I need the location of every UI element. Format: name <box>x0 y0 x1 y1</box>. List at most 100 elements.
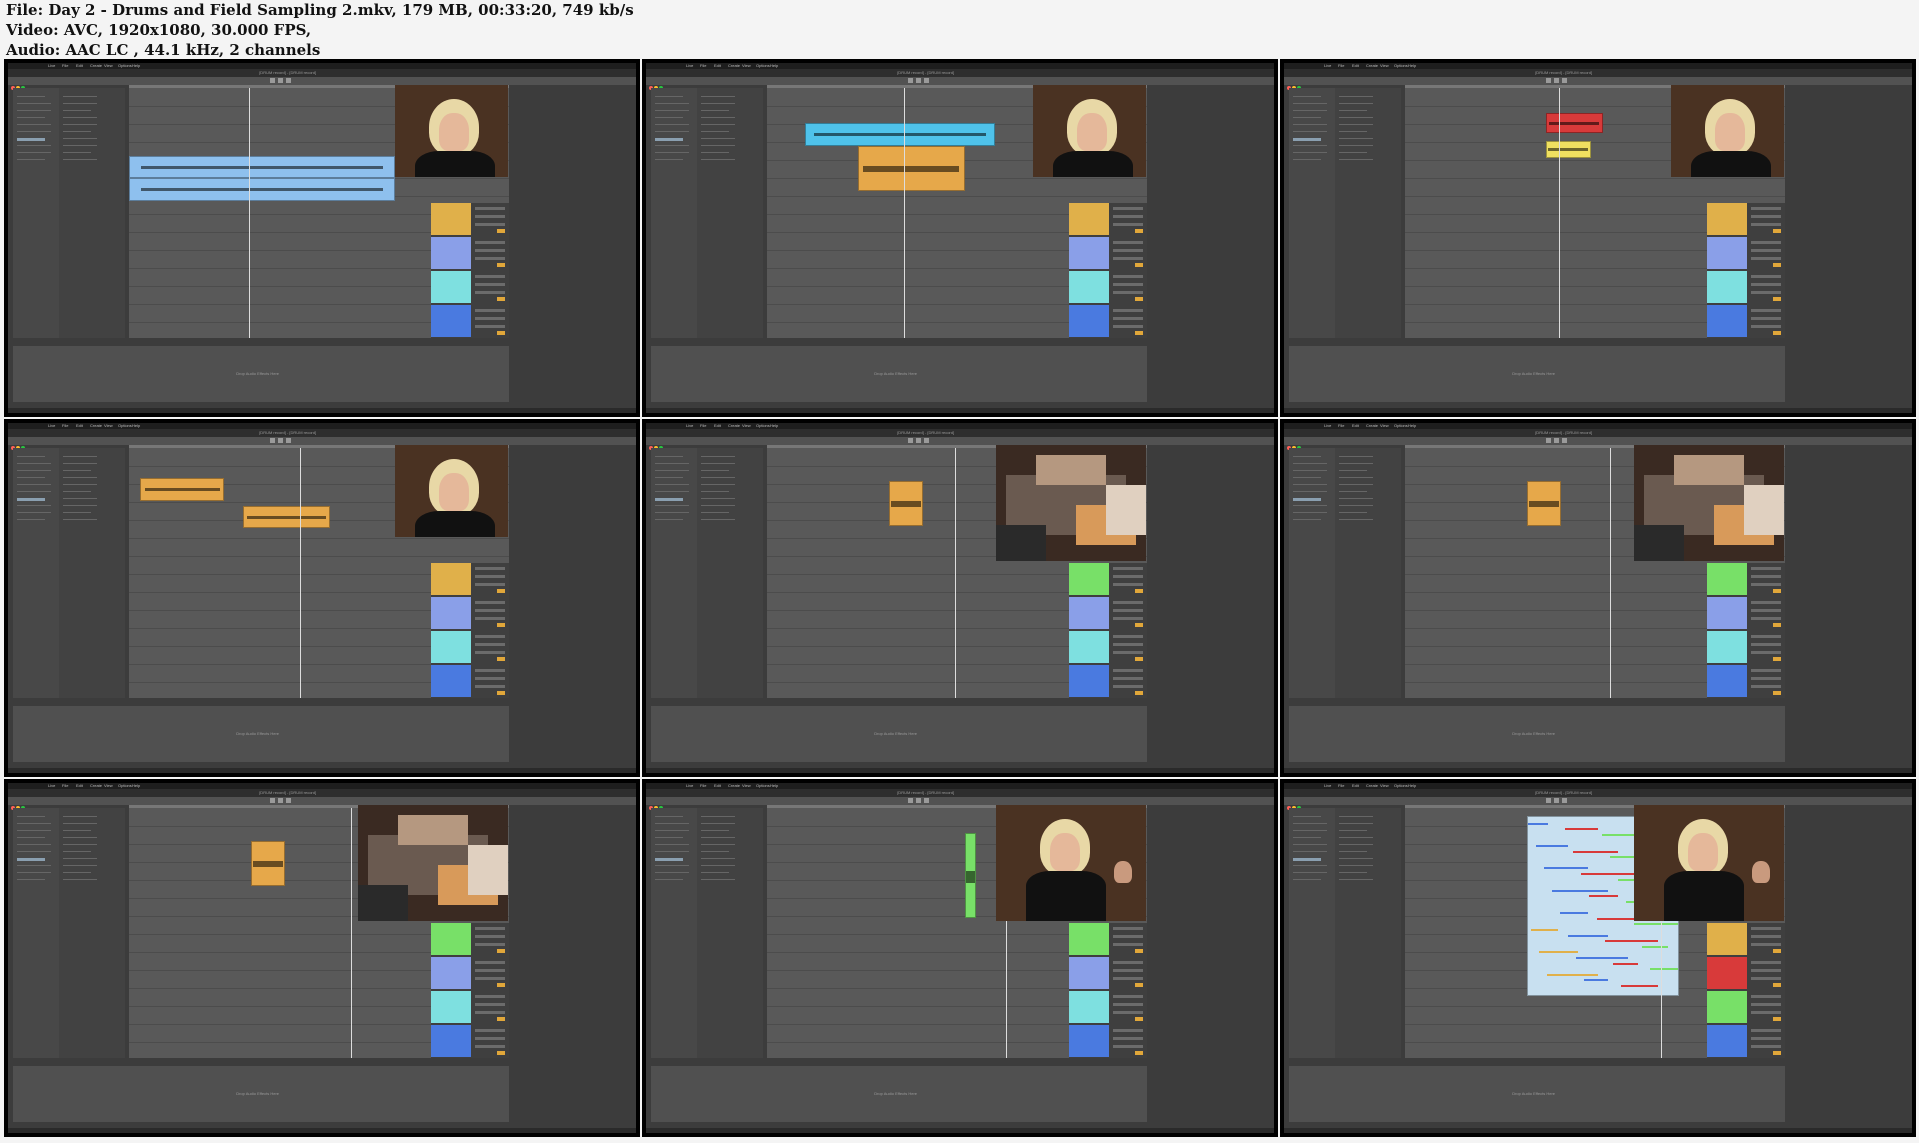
browser-item[interactable] <box>1293 498 1321 501</box>
track-header[interactable] <box>1069 597 1109 629</box>
track-header[interactable] <box>431 665 471 697</box>
track-header[interactable] <box>1707 1025 1747 1057</box>
transport-button-icon[interactable] <box>1546 78 1551 83</box>
browser-item[interactable] <box>655 463 689 464</box>
browser-item[interactable] <box>1339 851 1367 852</box>
track-control[interactable] <box>1751 1011 1781 1014</box>
browser-item[interactable] <box>17 463 51 464</box>
track-control[interactable] <box>1751 669 1781 672</box>
track-control[interactable] <box>1113 1037 1143 1040</box>
track-arm-button[interactable] <box>1135 297 1143 301</box>
browser-item[interactable] <box>701 110 729 111</box>
browser-item[interactable] <box>63 96 97 97</box>
track-control[interactable] <box>1113 257 1143 260</box>
browser-item[interactable] <box>63 159 97 160</box>
track-header[interactable] <box>1069 991 1109 1023</box>
playhead[interactable] <box>955 448 956 698</box>
track-control[interactable] <box>475 927 505 930</box>
detail-view[interactable]: Drop Audio Effects Here <box>13 1066 509 1122</box>
track-control[interactable] <box>1751 643 1781 646</box>
browser-item[interactable] <box>701 152 729 153</box>
track-header[interactable] <box>431 1025 471 1057</box>
browser-item[interactable] <box>701 470 729 471</box>
track-control[interactable] <box>1751 317 1781 320</box>
browser-item[interactable] <box>701 131 729 132</box>
track-arm-button[interactable] <box>1135 949 1143 953</box>
track-control[interactable] <box>1113 249 1143 252</box>
browser-item[interactable] <box>17 484 51 485</box>
browser-item[interactable] <box>701 519 735 520</box>
transport-button-icon[interactable] <box>924 78 929 83</box>
track-control[interactable] <box>1113 567 1143 570</box>
browser-item[interactable] <box>701 872 729 873</box>
browser-item[interactable] <box>1293 837 1321 838</box>
track-arm-button[interactable] <box>497 623 505 627</box>
track-arm-button[interactable] <box>1773 949 1781 953</box>
track-header[interactable] <box>1069 923 1109 955</box>
browser-item[interactable] <box>17 823 51 824</box>
browser-item[interactable] <box>63 491 91 492</box>
track-control[interactable] <box>475 677 505 680</box>
transport-button-icon[interactable] <box>1554 798 1559 803</box>
browser-item[interactable] <box>63 879 97 880</box>
track-arm-button[interactable] <box>1773 691 1781 695</box>
transport-button-icon[interactable] <box>916 78 921 83</box>
browser-item[interactable] <box>655 152 689 153</box>
browser-item[interactable] <box>1339 830 1367 831</box>
browser-item[interactable] <box>701 844 735 845</box>
transport-button-icon[interactable] <box>924 798 929 803</box>
browser-item[interactable] <box>701 103 735 104</box>
track-arm-button[interactable] <box>1773 983 1781 987</box>
track-header[interactable] <box>1707 665 1747 697</box>
track-arm-button[interactable] <box>1135 331 1143 335</box>
track-control[interactable] <box>1751 283 1781 286</box>
track-control[interactable] <box>1751 325 1781 328</box>
browser-item[interactable] <box>1339 865 1373 866</box>
track-control[interactable] <box>475 215 505 218</box>
track-control[interactable] <box>475 943 505 946</box>
transport-button-icon[interactable] <box>908 798 913 803</box>
browser-item[interactable] <box>1339 470 1367 471</box>
track-arm-button[interactable] <box>497 949 505 953</box>
track-control[interactable] <box>1751 249 1781 252</box>
browser-item[interactable] <box>701 117 735 118</box>
audio-clip[interactable] <box>888 480 923 526</box>
browser-item[interactable] <box>701 865 735 866</box>
track-header[interactable] <box>1069 957 1109 989</box>
browser-item[interactable] <box>701 145 735 146</box>
transport-button-icon[interactable] <box>924 438 929 443</box>
browser-item[interactable] <box>17 124 51 125</box>
browser-item[interactable] <box>701 463 735 464</box>
track-control[interactable] <box>1113 575 1143 578</box>
track-header[interactable] <box>1069 271 1109 303</box>
browser-item[interactable] <box>655 491 689 492</box>
track-header[interactable] <box>1069 631 1109 663</box>
browser-item[interactable] <box>655 498 683 501</box>
track-control[interactable] <box>475 643 505 646</box>
audio-clip[interactable] <box>243 505 331 528</box>
track-control[interactable] <box>1113 935 1143 938</box>
track-arm-button[interactable] <box>1773 657 1781 661</box>
track-control[interactable] <box>1751 575 1781 578</box>
browser-item[interactable] <box>701 159 735 160</box>
track-control[interactable] <box>1113 1011 1143 1014</box>
transport-button-icon[interactable] <box>908 438 913 443</box>
track-control[interactable] <box>1751 969 1781 972</box>
track-control[interactable] <box>1751 677 1781 680</box>
track-control[interactable] <box>1113 635 1143 638</box>
track-control[interactable] <box>1751 935 1781 938</box>
browser-item[interactable] <box>17 872 51 873</box>
browser-item[interactable] <box>1339 505 1373 506</box>
browser-item[interactable] <box>1339 159 1373 160</box>
track-control[interactable] <box>1751 927 1781 930</box>
browser-item[interactable] <box>1339 117 1373 118</box>
transport-button-icon[interactable] <box>916 438 921 443</box>
browser-item[interactable] <box>655 872 689 873</box>
browser-item[interactable] <box>655 138 683 141</box>
browser-item[interactable] <box>655 477 683 478</box>
track-arm-button[interactable] <box>497 983 505 987</box>
browser-item[interactable] <box>701 879 735 880</box>
track-header[interactable] <box>1069 237 1109 269</box>
browser-item[interactable] <box>1339 124 1373 125</box>
track-header[interactable] <box>1707 991 1747 1023</box>
